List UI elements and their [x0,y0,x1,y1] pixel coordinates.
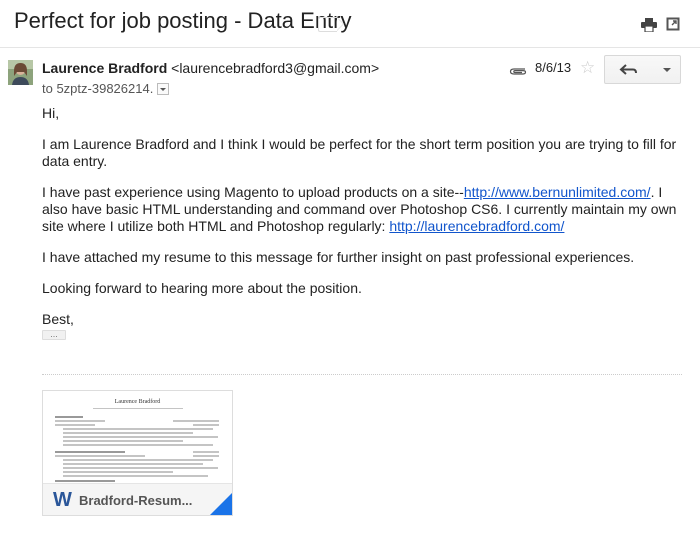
closing: Best, [42,311,74,327]
print-icon[interactable] [641,18,657,32]
paragraph-2-text-a: I have past experience using Magento to … [42,184,464,200]
attachment-preview: Laurence Bradford [43,391,232,483]
attachment-divider [42,374,682,375]
star-icon[interactable]: ☆ [580,59,595,76]
paragraph-1: I am Laurence Bradford and I think I wou… [42,136,677,169]
more-actions-button[interactable] [654,55,681,84]
preview-title: Laurence Bradford [114,399,161,405]
laurencebradford-link[interactable]: http://laurencebradford.com/ [389,218,564,234]
download-corner-icon[interactable] [210,493,232,515]
reply-button[interactable] [604,55,656,84]
sender-email: <laurencebradford3@gmail.com> [171,60,380,76]
label-tag-icon[interactable] [318,17,344,32]
sender: Laurence Bradford <laurencebradford3@gma… [42,60,379,76]
header-divider [0,47,700,48]
paragraph-4: Looking forward to hearing more about th… [42,280,362,296]
attachment-footer: W Bradford-Resum... [43,483,232,515]
recipient: to 5zptz-39826214. [42,81,154,96]
subject-bar: Perfect for job posting - Data Entry [0,0,700,48]
reply-button-group [604,55,681,84]
show-details-button[interactable] [157,82,170,95]
sender-name[interactable]: Laurence Bradford [42,60,167,76]
new-window-icon[interactable] [666,17,680,31]
reply-icon [619,64,637,75]
recipient-line: to 5zptz-39826214. [42,81,170,96]
paragraph-3: I have attached my resume to this messag… [42,249,635,265]
bernunlimited-link[interactable]: http://www.bernunlimited.com/ [464,184,651,200]
greeting: Hi, [42,105,60,121]
attachment-filename[interactable]: Bradford-Resum... [79,493,192,508]
email-subject: Perfect for job posting - Data Entry [14,8,352,33]
word-doc-icon: W [53,489,72,511]
message-date: 8/6/13 [535,60,572,75]
message-body: Hi, I am Laurence Bradford and I think I… [42,105,682,342]
paperclip-icon [509,68,527,75]
avatar[interactable] [8,60,33,85]
paragraph-2: I have past experience using Magento to … [42,184,682,235]
show-trimmed-content-button[interactable]: ... [42,330,66,340]
attachment-card[interactable]: Laurence Bradford W Bradford-Resum... [42,390,233,516]
